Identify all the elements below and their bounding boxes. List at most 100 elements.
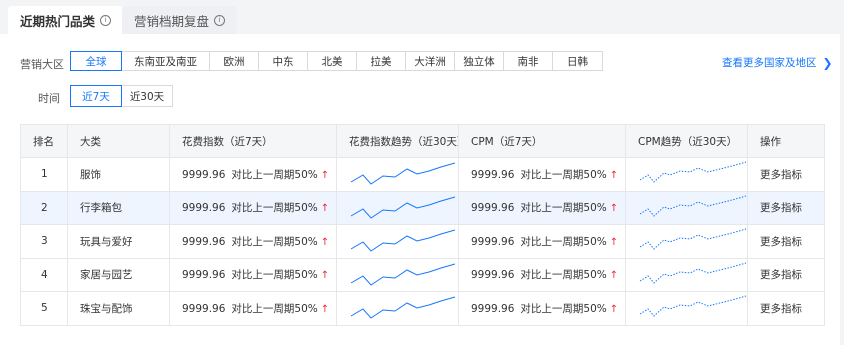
more-countries-label: 查看更多国家及地区 [722,57,817,69]
spend-cell: 9999.96 对比上一周期50% ↑ [169,157,337,192]
table-header-row: 排名 大类 花费指数（近7天） 花费指数趋势（近30天） CPM（近7天） CP… [20,124,825,158]
table-row: 1 服饰 9999.96 对比上一周期50% ↑ 9999.96 对比上一周期50% ↑… [20,157,825,192]
cpm-compare: 对比上一周期50% [520,235,607,248]
cpm-trend-sparkline [639,262,747,284]
table-row: 2 行李箱包 9999.96 对比上一周期50% ↑ 9999.96 对比上一周期50… [20,190,825,225]
region-option[interactable]: 日韩 [552,51,603,71]
tab-marketing-review[interactable]: 营销档期复盘 i [122,6,238,34]
arrow-up-icon: ↑ [609,203,619,215]
spend-value: 9999.96 [182,202,226,215]
cpm-trend-sparkline [639,195,747,217]
region-option[interactable]: 北美 [307,51,357,71]
cpm-cell: 9999.96 对比上一周期50% ↑ [458,157,626,192]
spend-trend-sparkline [350,196,456,219]
region-option[interactable]: 中东 [258,51,308,71]
info-icon: i [100,14,112,26]
spend-cell: 9999.96 对比上一周期50% ↑ [169,257,337,292]
more-metrics-link[interactable]: 更多指标 [747,157,825,192]
rank-cell: 1 [20,157,68,192]
sparkline-path [639,295,747,317]
category-cell: 珠宝与配饰 [67,291,170,326]
cpm-compare: 对比上一周期50% [520,269,607,282]
region-option[interactable]: 东南亚及南亚 [121,51,210,71]
column-header: 操作 [747,124,825,158]
time-filter-label: 时间 [38,92,60,105]
region-option[interactable]: 拉美 [356,51,406,71]
table-row: 3 玩具与爱好 9999.96 对比上一周期50% ↑ 9999.96 对比上一周期5… [20,224,825,259]
table-row: 4 家居与园艺 9999.96 对比上一周期50% ↑ 9999.96 对比上一周期5… [20,257,825,292]
arrow-up-icon: ↑ [320,169,330,181]
spend-trend-cell [336,257,459,292]
time-option[interactable]: 近30天 [121,85,173,107]
more-metrics-link[interactable]: 更多指标 [747,190,825,225]
region-option[interactable]: 全球 [70,51,122,71]
spend-value: 9999.96 [182,302,226,315]
chevron-right-icon: ❯ [822,55,833,70]
tab-label: 营销档期复盘 [134,13,210,29]
table-row: 5 珠宝与配饰 9999.96 对比上一周期50% ↑ 9999.96 对比上一周期5… [20,291,825,326]
time-selector: 近7天 近30天 [70,85,173,107]
spend-compare: 对比上一周期50% [231,168,318,181]
tab-bar: 近期热门品类 i 营销档期复盘 i [0,0,844,34]
more-countries-link[interactable]: 查看更多国家及地区 ❯ [722,55,833,70]
cpm-trend-sparkline [639,161,747,183]
cpm-trend-sparkline [639,295,747,317]
sparkline-path [350,162,456,185]
spend-trend-sparkline [350,229,456,252]
more-metrics-link[interactable]: 更多指标 [747,224,825,259]
arrow-up-icon: ↑ [609,169,619,181]
more-metrics-link[interactable]: 更多指标 [747,257,825,292]
sparkline-path [639,195,747,217]
arrow-up-icon: ↑ [609,303,619,315]
spend-trend-cell [336,224,459,259]
spend-trend-cell [336,157,459,192]
sparkline-path [350,196,456,219]
spend-cell: 9999.96 对比上一周期50% ↑ [169,190,337,225]
region-option[interactable]: 独立体 [454,51,504,71]
arrow-up-icon: ↑ [320,236,330,248]
time-option[interactable]: 近7天 [70,85,122,107]
category-cell: 行李箱包 [67,190,170,225]
cpm-value: 9999.96 [471,202,515,215]
spend-trend-cell [336,291,459,326]
spend-value: 9999.96 [182,235,226,248]
column-header: 花费指数（近7天） [169,124,337,158]
category-cell: 服饰 [67,157,170,192]
spend-value: 9999.96 [182,269,226,282]
sparkline-path [350,296,456,319]
tab-recent-hot-categories[interactable]: 近期热门品类 i [8,6,124,34]
arrow-up-icon: ↑ [320,270,330,282]
spend-trend-sparkline [350,296,456,319]
cpm-value: 9999.96 [471,269,515,282]
cpm-cell: 9999.96 对比上一周期50% ↑ [458,291,626,326]
category-table: 排名 大类 花费指数（近7天） 花费指数趋势（近30天） CPM（近7天） CP… [20,124,825,326]
region-option[interactable]: 大洋洲 [405,51,455,71]
cpm-trend-cell [625,291,748,326]
cpm-compare: 对比上一周期50% [520,168,607,181]
cpm-value: 9999.96 [471,302,515,315]
spend-compare: 对比上一周期50% [231,202,318,215]
content-panel: 营销大区 全球 东南亚及南亚 欧洲 中东 北美 拉美 大洋洲 独立体 南非 日韩… [0,34,840,345]
cpm-trend-cell [625,190,748,225]
spend-trend-cell [336,190,459,225]
region-option[interactable]: 欧洲 [209,51,259,71]
rank-cell: 2 [20,190,68,225]
column-header: CPM（近7天） [458,124,626,158]
spend-value: 9999.96 [182,168,226,181]
cpm-compare: 对比上一周期50% [520,202,607,215]
cpm-trend-cell [625,224,748,259]
arrow-up-icon: ↑ [609,270,619,282]
spend-compare: 对比上一周期50% [231,235,318,248]
category-cell: 玩具与爱好 [67,224,170,259]
arrow-up-icon: ↑ [320,303,330,315]
more-metrics-link[interactable]: 更多指标 [747,291,825,326]
arrow-up-icon: ↑ [609,236,619,248]
cpm-cell: 9999.96 对比上一周期50% ↑ [458,190,626,225]
region-option[interactable]: 南非 [503,51,553,71]
spend-compare: 对比上一周期50% [231,269,318,282]
column-header: CPM趋势（近30天） [625,124,748,158]
sparkline-path [350,229,456,252]
cpm-value: 9999.96 [471,235,515,248]
arrow-up-icon: ↑ [320,203,330,215]
cpm-trend-cell [625,157,748,192]
